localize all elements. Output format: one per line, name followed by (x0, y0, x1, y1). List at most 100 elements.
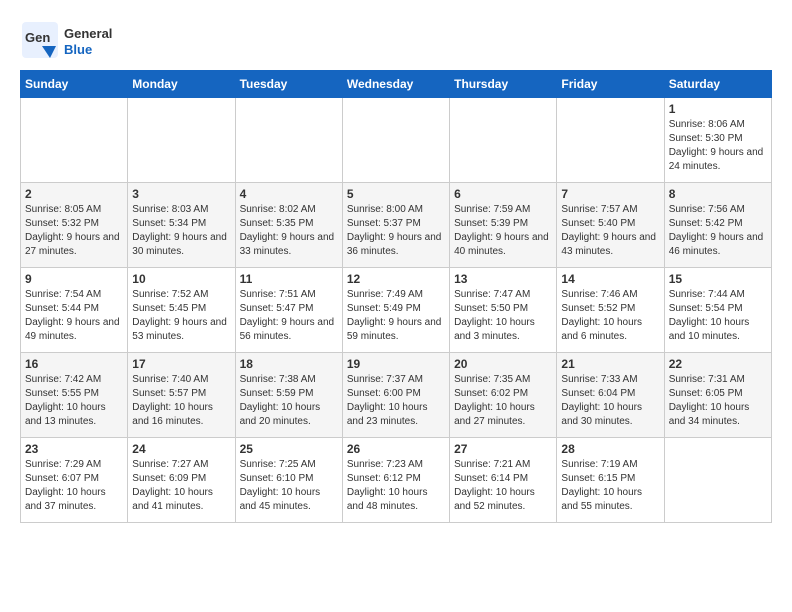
calendar-cell: 23 Sunrise: 7:29 AM Sunset: 6:07 PM Dayli… (21, 438, 128, 523)
day-number: 16 (25, 357, 123, 371)
day-number: 28 (561, 442, 659, 456)
day-number: 5 (347, 187, 445, 201)
day-number: 12 (347, 272, 445, 286)
day-info: Sunrise: 8:02 AM Sunset: 5:35 PM Dayligh… (240, 203, 338, 259)
calendar-cell: 22Sunrise: 7:31 AM Sunset: 6:05 PM Dayli… (664, 353, 771, 438)
day-info: Sunrise: 8:06 AM Sunset: 5:30 PM Dayligh… (669, 118, 767, 174)
weekday-header-wednesday: Wednesday (342, 71, 449, 98)
svg-text:Blue: Blue (64, 42, 92, 57)
calendar-body: 1 Sunrise: 8:06 AM Sunset: 5:30 PM Daylig… (21, 98, 772, 523)
day-number: 9 (25, 272, 123, 286)
day-number: 23 (25, 442, 123, 456)
day-info: Sunrise: 7:37 AM Sunset: 6:00 PM Dayligh… (347, 373, 445, 429)
day-info: Sunrise: 7:42 AM Sunset: 5:55 PM Dayligh… (25, 373, 123, 429)
calendar-row-1: 2 Sunrise: 8:05 AM Sunset: 5:32 PM Daylig… (21, 183, 772, 268)
calendar-cell (664, 438, 771, 523)
day-info: Sunrise: 7:52 AM Sunset: 5:45 PM Dayligh… (132, 288, 230, 344)
day-info: Sunrise: 7:49 AM Sunset: 5:49 PM Dayligh… (347, 288, 445, 344)
calendar-cell: 27 Sunrise: 7:21 AM Sunset: 6:14 PM Dayli… (450, 438, 557, 523)
day-info: Sunrise: 8:05 AM Sunset: 5:32 PM Dayligh… (25, 203, 123, 259)
svg-text:General: General (64, 26, 112, 41)
day-info: Sunrise: 7:57 AM Sunset: 5:40 PM Dayligh… (561, 203, 659, 259)
day-number: 10 (132, 272, 230, 286)
calendar-cell: 1 Sunrise: 8:06 AM Sunset: 5:30 PM Daylig… (664, 98, 771, 183)
calendar-cell (342, 98, 449, 183)
day-info: Sunrise: 7:47 AM Sunset: 5:50 PM Dayligh… (454, 288, 552, 344)
day-info: Sunrise: 7:46 AM Sunset: 5:52 PM Dayligh… (561, 288, 659, 344)
calendar-cell: 16 Sunrise: 7:42 AM Sunset: 5:55 PM Dayli… (21, 353, 128, 438)
calendar-cell (450, 98, 557, 183)
day-info: Sunrise: 8:00 AM Sunset: 5:37 PM Dayligh… (347, 203, 445, 259)
day-number: 25 (240, 442, 338, 456)
day-info: Sunrise: 7:35 AM Sunset: 6:02 PM Dayligh… (454, 373, 552, 429)
day-info: Sunrise: 7:29 AM Sunset: 6:07 PM Dayligh… (25, 458, 123, 514)
day-number: 18 (240, 357, 338, 371)
day-number: 22 (669, 357, 767, 371)
weekday-header-sunday: Sunday (21, 71, 128, 98)
day-number: 7 (561, 187, 659, 201)
calendar-cell: 4 Sunrise: 8:02 AM Sunset: 5:35 PM Daylig… (235, 183, 342, 268)
calendar-cell (21, 98, 128, 183)
calendar-cell: 17Sunrise: 7:40 AM Sunset: 5:57 PM Dayli… (128, 353, 235, 438)
day-info: Sunrise: 7:19 AM Sunset: 6:15 PM Dayligh… (561, 458, 659, 514)
calendar-cell: 24Sunrise: 7:27 AM Sunset: 6:09 PM Dayli… (128, 438, 235, 523)
calendar-cell: 6Sunrise: 7:59 AM Sunset: 5:39 PM Daylig… (450, 183, 557, 268)
calendar-cell: 2 Sunrise: 8:05 AM Sunset: 5:32 PM Daylig… (21, 183, 128, 268)
day-number: 13 (454, 272, 552, 286)
day-info: Sunrise: 7:54 AM Sunset: 5:44 PM Dayligh… (25, 288, 123, 344)
calendar-cell (128, 98, 235, 183)
logo-svg: General Blue Gen (20, 20, 140, 60)
calendar-cell: 8Sunrise: 7:56 AM Sunset: 5:42 PM Daylig… (664, 183, 771, 268)
day-info: Sunrise: 7:33 AM Sunset: 6:04 PM Dayligh… (561, 373, 659, 429)
day-number: 27 (454, 442, 552, 456)
day-number: 3 (132, 187, 230, 201)
calendar-cell: 13 Sunrise: 7:47 AM Sunset: 5:50 PM Dayli… (450, 268, 557, 353)
calendar-row-0: 1 Sunrise: 8:06 AM Sunset: 5:30 PM Daylig… (21, 98, 772, 183)
weekday-header-monday: Monday (128, 71, 235, 98)
calendar-cell: 10 Sunrise: 7:52 AM Sunset: 5:45 PM Dayli… (128, 268, 235, 353)
day-number: 8 (669, 187, 767, 201)
calendar-cell: 3Sunrise: 8:03 AM Sunset: 5:34 PM Daylig… (128, 183, 235, 268)
calendar-cell: 7 Sunrise: 7:57 AM Sunset: 5:40 PM Daylig… (557, 183, 664, 268)
calendar-row-3: 16 Sunrise: 7:42 AM Sunset: 5:55 PM Dayli… (21, 353, 772, 438)
day-number: 24 (132, 442, 230, 456)
day-info: Sunrise: 7:44 AM Sunset: 5:54 PM Dayligh… (669, 288, 767, 344)
calendar-cell: 19 Sunrise: 7:37 AM Sunset: 6:00 PM Dayli… (342, 353, 449, 438)
day-info: Sunrise: 7:38 AM Sunset: 5:59 PM Dayligh… (240, 373, 338, 429)
day-info: Sunrise: 7:21 AM Sunset: 6:14 PM Dayligh… (454, 458, 552, 514)
day-info: Sunrise: 7:59 AM Sunset: 5:39 PM Dayligh… (454, 203, 552, 259)
calendar-header: SundayMondayTuesdayWednesdayThursdayFrid… (21, 71, 772, 98)
day-number: 15 (669, 272, 767, 286)
calendar-cell: 12 Sunrise: 7:49 AM Sunset: 5:49 PM Dayli… (342, 268, 449, 353)
weekday-header-row: SundayMondayTuesdayWednesdayThursdayFrid… (21, 71, 772, 98)
day-info: Sunrise: 7:23 AM Sunset: 6:12 PM Dayligh… (347, 458, 445, 514)
calendar-cell: 25 Sunrise: 7:25 AM Sunset: 6:10 PM Dayli… (235, 438, 342, 523)
header: General Blue Gen (20, 20, 772, 60)
day-number: 19 (347, 357, 445, 371)
calendar-cell: 21 Sunrise: 7:33 AM Sunset: 6:04 PM Dayli… (557, 353, 664, 438)
weekday-header-tuesday: Tuesday (235, 71, 342, 98)
calendar-cell (235, 98, 342, 183)
day-number: 4 (240, 187, 338, 201)
calendar-cell: 5 Sunrise: 8:00 AM Sunset: 5:37 PM Daylig… (342, 183, 449, 268)
calendar-cell: 20Sunrise: 7:35 AM Sunset: 6:02 PM Dayli… (450, 353, 557, 438)
day-number: 14 (561, 272, 659, 286)
calendar-cell: 26Sunrise: 7:23 AM Sunset: 6:12 PM Dayli… (342, 438, 449, 523)
calendar-cell: 11 Sunrise: 7:51 AM Sunset: 5:47 PM Dayli… (235, 268, 342, 353)
day-number: 1 (669, 102, 767, 116)
day-info: Sunrise: 7:51 AM Sunset: 5:47 PM Dayligh… (240, 288, 338, 344)
weekday-header-saturday: Saturday (664, 71, 771, 98)
day-number: 2 (25, 187, 123, 201)
weekday-header-friday: Friday (557, 71, 664, 98)
calendar-table: SundayMondayTuesdayWednesdayThursdayFrid… (20, 70, 772, 523)
day-number: 21 (561, 357, 659, 371)
weekday-header-thursday: Thursday (450, 71, 557, 98)
svg-text:Gen: Gen (25, 30, 50, 45)
day-info: Sunrise: 7:25 AM Sunset: 6:10 PM Dayligh… (240, 458, 338, 514)
calendar-cell: 14 Sunrise: 7:46 AM Sunset: 5:52 PM Dayli… (557, 268, 664, 353)
calendar-cell: 28 Sunrise: 7:19 AM Sunset: 6:15 PM Dayli… (557, 438, 664, 523)
logo: General Blue Gen (20, 20, 140, 60)
calendar-cell: 18 Sunrise: 7:38 AM Sunset: 5:59 PM Dayli… (235, 353, 342, 438)
calendar-row-4: 23 Sunrise: 7:29 AM Sunset: 6:07 PM Dayli… (21, 438, 772, 523)
day-number: 11 (240, 272, 338, 286)
